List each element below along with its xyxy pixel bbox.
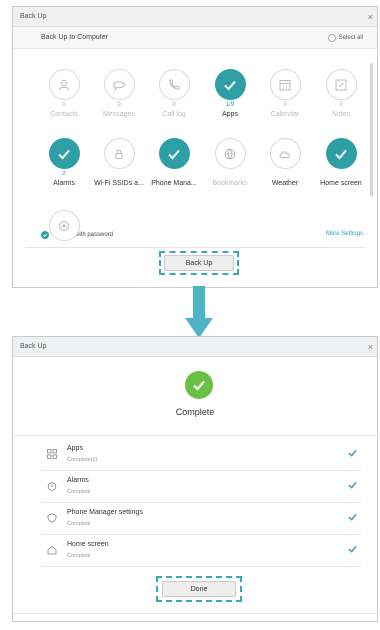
shield-icon [47,513,57,523]
list-item: Alarms Complete [41,471,361,503]
scrollbar[interactable] [370,63,373,197]
item-count: 0 [62,102,66,108]
item-count: 0 [339,102,343,108]
call-log-icon [158,69,190,100]
row-status: Complete [67,521,91,527]
arrow-down-icon [185,286,213,338]
check-icon [48,138,80,169]
item-count: 0 [283,102,287,108]
item-count: 1/9 [225,102,235,108]
messages-icon [103,69,135,100]
backup-item[interactable]: Home screen [313,138,369,187]
backup-item[interactable]: 0 Messages [91,69,147,118]
complete-status: Complete [175,407,215,417]
item-count: 0 [172,102,176,108]
item-count [91,171,147,179]
backup-item[interactable] [36,210,92,252]
item-label: Alarms [53,180,75,187]
backup-item[interactable]: 0 Notes [313,69,369,118]
item-label: Bookmarks [212,180,248,187]
item-label: Calendar [270,111,300,118]
row-title: Home screen [67,541,109,548]
row-title: Alarms [67,477,89,484]
more-settings-link[interactable]: More Settings [326,231,363,237]
contacts-icon [48,69,80,100]
divider [13,613,377,614]
select-all-toggle[interactable]: Select all [327,27,363,49]
item-label: Wi-Fi SSIDs a... [94,180,144,187]
check-icon [348,449,357,457]
check-icon [348,481,357,489]
subheader-title: Back Up to Computer [41,34,108,41]
item-label: Notes [331,111,351,118]
row-status: Complete(1) [67,457,98,463]
backup-item[interactable]: Wi-Fi SSIDs a... [91,138,147,187]
list-item: Apps Complete(1) [41,439,361,471]
item-count [257,171,313,179]
item-label: Apps [222,111,238,118]
cloud-icon [269,138,301,169]
extra-icon [48,210,80,241]
backup-item[interactable]: 0 Contacts [36,69,92,118]
row-title: Phone Manager settings [67,509,143,516]
alarm-clock-icon [47,482,57,491]
item-label: Phone Mana... [151,180,197,187]
backup-item[interactable]: 2 Alarms [36,138,92,187]
backup-item[interactable]: 0 Call log [146,69,202,118]
list-item: Phone Manager settings Complete [41,503,361,535]
item-count: 2 [62,171,66,177]
check-icon [158,138,190,169]
item-count [202,171,258,179]
divider [13,435,377,436]
backup-item[interactable]: 1/9 Apps [202,69,258,118]
check-icon [348,545,357,553]
complete-titlebar: Back Up × [13,337,377,357]
item-label: Weather [271,180,299,187]
wifi-lock-icon [103,138,135,169]
close-icon[interactable]: × [368,337,373,357]
backup-item[interactable]: Phone Mana... [146,138,202,187]
select-all-label: Select all [338,35,363,41]
close-icon[interactable]: × [368,7,373,27]
backup-item[interactable]: 0 Calendar [257,69,313,118]
backup-titlebar: Back Up × [13,7,377,27]
check-icon [214,69,246,100]
radio-icon [327,34,336,42]
done-button[interactable]: Done [162,581,236,597]
item-label: Contacts [50,111,78,118]
check-icon [348,513,357,521]
home-icon [47,545,57,555]
row-title: Apps [67,445,83,452]
item-label: Call log [162,111,186,118]
backup-item[interactable]: Weather [257,138,313,187]
item-count [313,171,369,179]
notes-icon [325,69,357,100]
list-item: Home screen Complete [41,535,361,567]
backup-item[interactable]: Bookmarks [202,138,258,187]
calendar-icon [269,69,301,100]
apps-grid-icon [47,449,57,459]
item-label: Messages [103,111,135,118]
globe-icon [214,138,246,169]
item-label: Home screen [320,180,362,187]
row-status: Complete [67,489,91,495]
backup-subheader: Back Up to Computer Select all [13,27,377,49]
row-status: Complete [67,553,91,559]
item-count [146,171,202,179]
item-count [36,243,92,251]
complete-check-icon [185,371,213,399]
item-count: 0 [117,102,121,108]
back-up-button[interactable]: Back Up [164,255,234,271]
window-title: Back Up [20,13,47,20]
check-icon [325,138,357,169]
window-title: Back Up [20,343,47,350]
result-list: Apps Complete(1) Alarms Complete Phone M… [41,439,361,567]
